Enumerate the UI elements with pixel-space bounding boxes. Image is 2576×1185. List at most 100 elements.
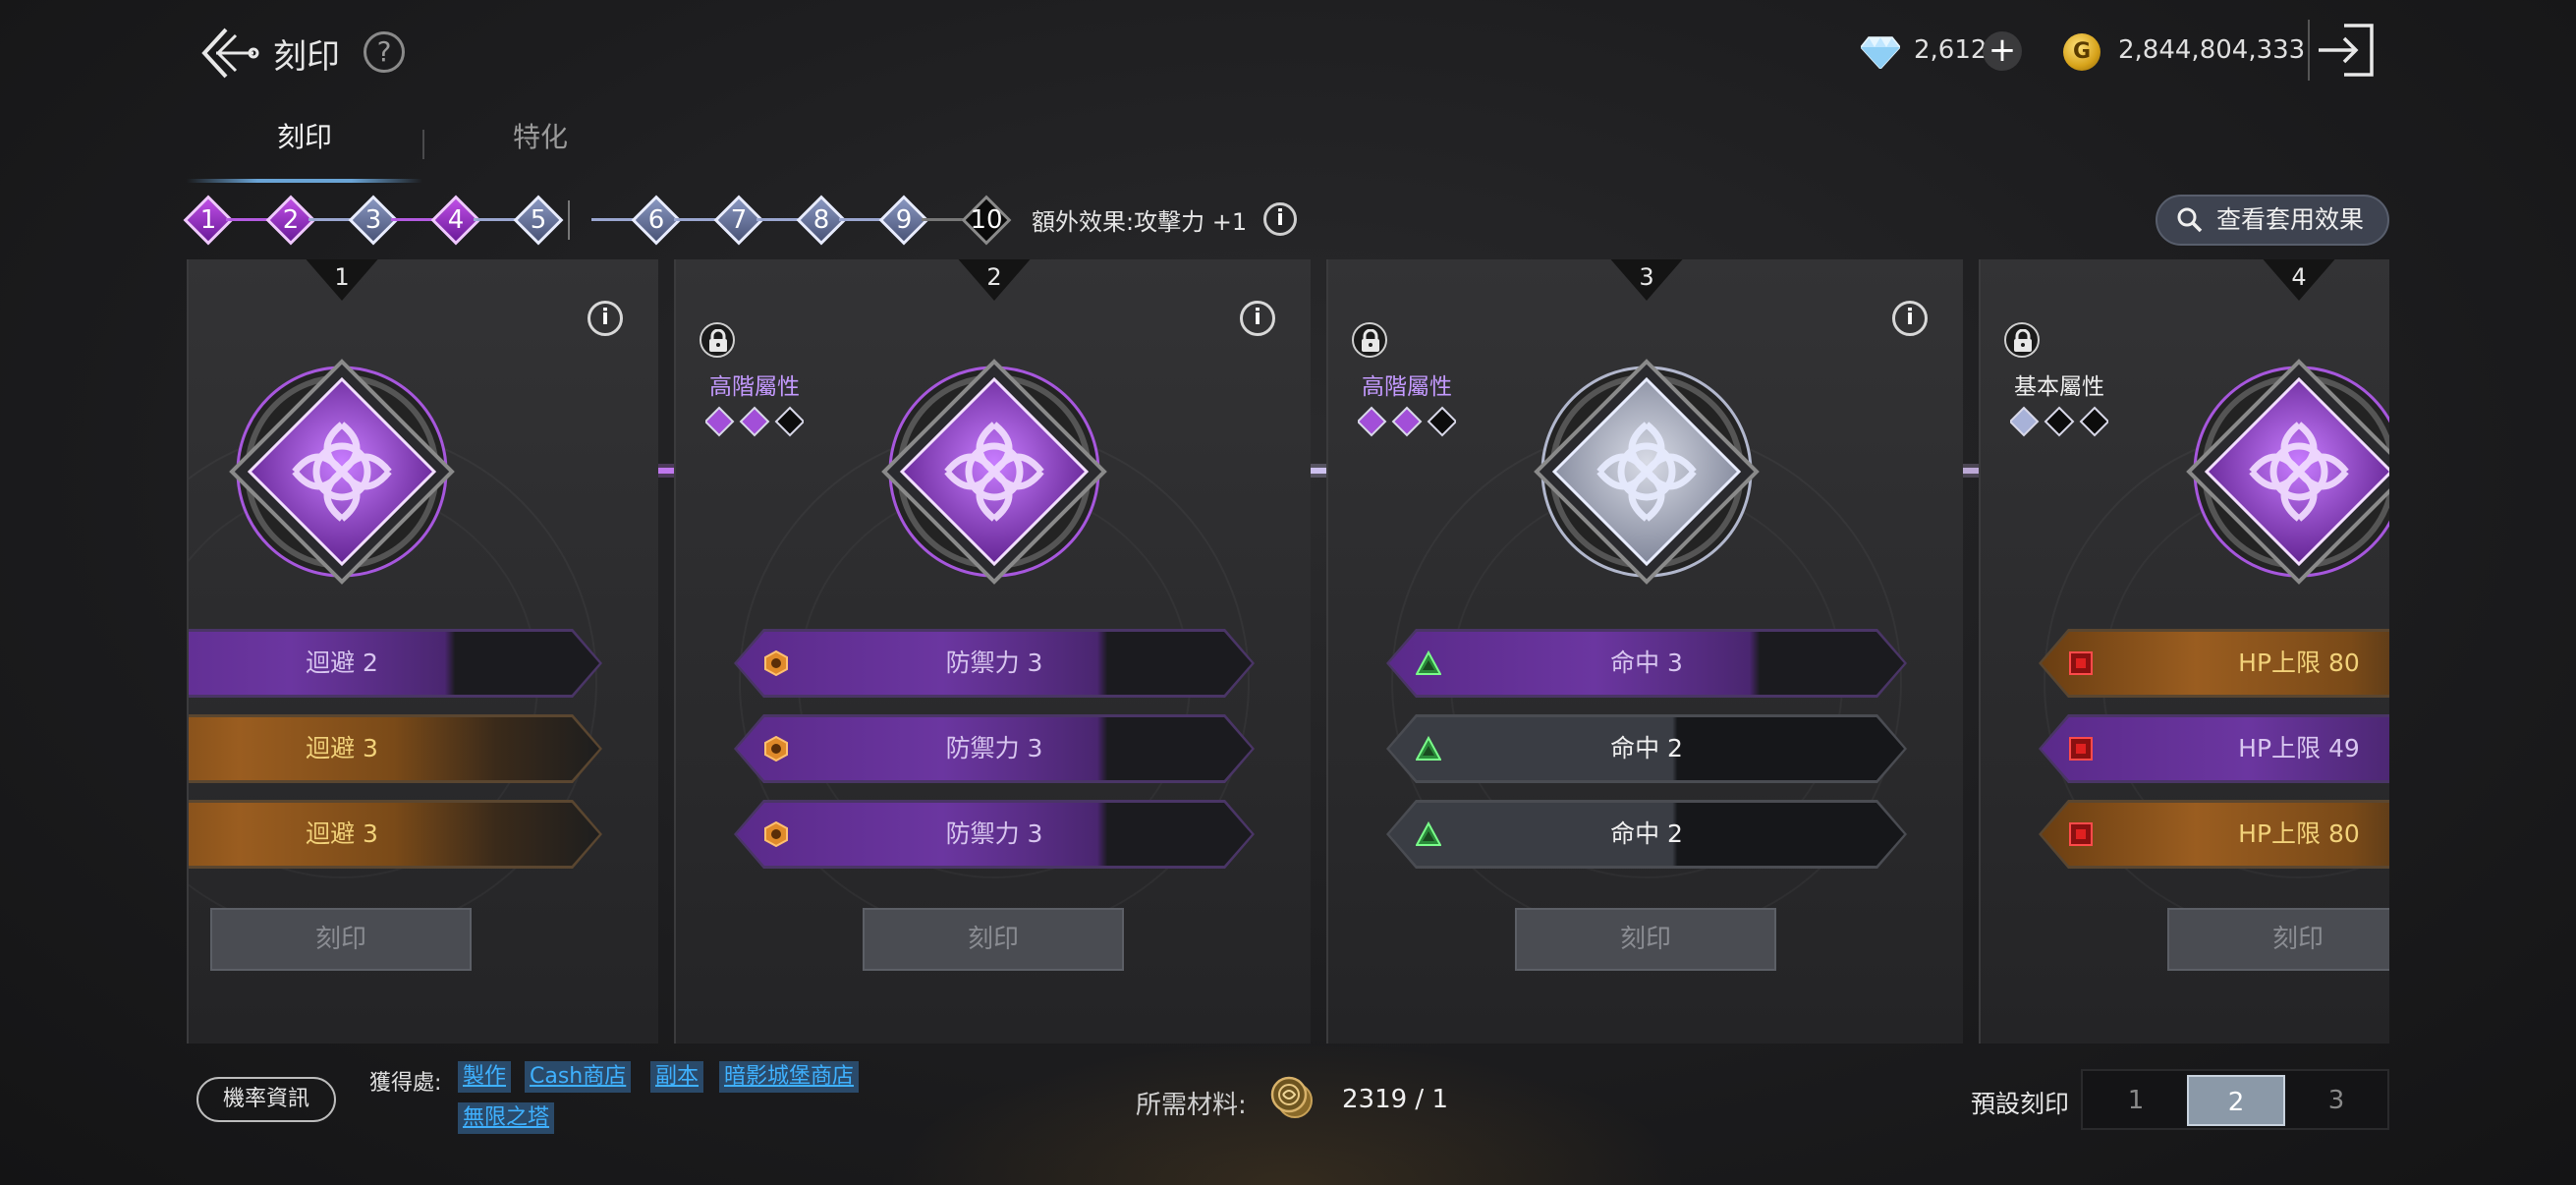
preset-label: 預設刻印 (1971, 1090, 2070, 1118)
preset-1-button[interactable]: 1 (2087, 1075, 2185, 1126)
attribute-grade-label: 高階屬性 (1362, 374, 1452, 400)
slot-info-icon[interactable]: i (588, 301, 623, 336)
source-link-shadow-castle-shop[interactable]: 暗影城堡商店 (719, 1061, 860, 1093)
material-amount: 2319 / 1 (1342, 1085, 1448, 1114)
help-icon[interactable]: ? (364, 31, 405, 73)
slot-info-icon[interactable]: i (1892, 301, 1928, 336)
engrave-stat-row: 命中 3 (1386, 629, 1907, 698)
page-title: 刻印 (273, 37, 340, 77)
add-diamond-button[interactable]: + (1983, 31, 2022, 71)
attribute-grade-dots (2010, 406, 2108, 437)
source-link-craft[interactable]: 製作 (458, 1061, 512, 1093)
material-label: 所需材料: (1136, 1091, 1247, 1120)
source-link-cash-shop[interactable]: Cash商店 (525, 1061, 632, 1093)
engrave-gem[interactable] (1529, 354, 1764, 590)
engrave-button[interactable]: 刻印 (2167, 908, 2389, 971)
bonus-info-icon[interactable]: i (1263, 202, 1297, 236)
source-link-dungeon[interactable]: 副本 (650, 1061, 704, 1093)
stat-text: 防禦力 3 (945, 734, 1043, 762)
exit-icon[interactable] (2305, 18, 2380, 83)
attribute-grade-dots (705, 406, 804, 437)
preset-3-button[interactable]: 3 (2287, 1075, 2385, 1126)
engrave-stat-row: 迴避 3 (187, 800, 602, 869)
engrave-stat-row: 迴避 3 (187, 714, 602, 783)
slot-number: 3 (1639, 263, 1654, 291)
level-node-10: 10 (961, 195, 1012, 246)
stat-text: 迴避 3 (306, 734, 378, 762)
level-divider-icon (568, 200, 570, 240)
source-link-infinite-tower[interactable]: 無限之塔 (458, 1102, 555, 1134)
engrave-gem-icon (881, 359, 1107, 585)
slot-number: 4 (2291, 263, 2307, 291)
engrave-stat-row: 命中 2 (1386, 714, 1907, 783)
tab-specialize[interactable]: 特化 (422, 116, 658, 155)
engrave-gem-icon (229, 359, 455, 585)
stat-text: 命中 2 (1610, 734, 1683, 762)
preset-2-button[interactable]: 2 (2187, 1075, 2285, 1126)
lock-icon[interactable] (700, 322, 735, 358)
slot-number: 2 (986, 263, 1002, 291)
level-node-8: 8 (796, 195, 847, 246)
preset-selector: 1 2 3 (2081, 1069, 2389, 1130)
attribute-grade-dots (1358, 406, 1456, 437)
slot-number: 1 (334, 263, 350, 291)
view-applied-effects-button[interactable]: 查看套用效果 (2156, 195, 2389, 246)
lock-icon[interactable] (2004, 322, 2040, 358)
view-effects-label: 查看套用效果 (2216, 205, 2365, 234)
engrave-stat-row: HP上限 80 (2039, 800, 2389, 869)
diamond-currency-icon (1861, 36, 1900, 69)
stat-text: 命中 3 (1610, 649, 1683, 677)
material-coin-icon (1270, 1076, 1313, 1118)
engrave-gem-icon (1534, 359, 1760, 585)
lock-icon[interactable] (1352, 322, 1387, 358)
level-node-9: 9 (878, 195, 929, 246)
back-icon[interactable] (196, 22, 259, 85)
engrave-stat-row: 命中 2 (1386, 800, 1907, 869)
active-tab-underline (187, 179, 422, 183)
stat-text: 迴避 3 (306, 819, 378, 848)
attribute-grade-label: 基本屬性 (2014, 374, 2104, 400)
engrave-slot-panel-4: 4 基本屬性 HP上限 80 HP上限 49 HP上限 80 刻印 (1979, 259, 2389, 1044)
engrave-gem[interactable] (876, 354, 1112, 590)
engrave-slot-panel-3: 3 i 高階屬性 命中 3 命中 2 命中 2 刻印 (1326, 259, 1963, 1044)
level-node-1: 1 (183, 195, 234, 246)
level-node-2: 2 (265, 195, 316, 246)
level-node-3: 3 (348, 195, 399, 246)
diamond-amount: 2,612 (1914, 35, 1988, 65)
gold-amount: 2,844,804,333 (2118, 35, 2306, 65)
slot-info-icon[interactable]: i (1240, 301, 1275, 336)
level-node-4: 4 (430, 195, 481, 246)
search-icon (2177, 207, 2203, 233)
engrave-stat-row: 防禦力 3 (734, 629, 1255, 698)
level-node-7: 7 (713, 195, 764, 246)
engrave-button[interactable]: 刻印 (1515, 908, 1776, 971)
engrave-gem[interactable] (224, 354, 460, 590)
engrave-stat-row: HP上限 49 (2039, 714, 2389, 783)
stat-text: 命中 2 (1610, 819, 1683, 848)
level-track: 1 2 3 4 5 6 7 8 9 10 (183, 193, 1032, 248)
engrave-gem-icon (2186, 359, 2389, 585)
level-node-6: 6 (631, 195, 682, 246)
attribute-grade-label: 高階屬性 (709, 374, 800, 400)
engrave-gem[interactable] (2181, 354, 2389, 590)
stat-text: HP上限 80 (2238, 819, 2360, 848)
tab-engrave[interactable]: 刻印 (187, 116, 422, 155)
stat-text: HP上限 49 (2238, 734, 2360, 762)
engrave-slot-panel-1: 1 i 迴避 2 迴避 3 迴避 3 刻印 (187, 259, 658, 1044)
stat-text: 防禦力 3 (945, 819, 1043, 848)
probability-info-button[interactable]: 機率資訊 (196, 1077, 336, 1122)
obtain-label: 獲得處: (369, 1071, 442, 1096)
engrave-button[interactable]: 刻印 (863, 908, 1124, 971)
bonus-effect-text: 額外效果:攻擊力 +1 (1032, 208, 1248, 236)
engrave-button[interactable]: 刻印 (210, 908, 472, 971)
stat-text: HP上限 80 (2238, 649, 2360, 677)
engrave-stat-row: 防禦力 3 (734, 714, 1255, 783)
stat-text: 迴避 2 (306, 649, 378, 677)
stat-text: 防禦力 3 (945, 649, 1043, 677)
engrave-stat-row: 防禦力 3 (734, 800, 1255, 869)
gold-coin-icon: G (2063, 33, 2100, 71)
level-node-5: 5 (513, 195, 564, 246)
engrave-stat-row: 迴避 2 (187, 629, 602, 698)
engrave-stat-row: HP上限 80 (2039, 629, 2389, 698)
engrave-slot-panel-2: 2 i 高階屬性 防禦力 3 防禦力 3 防禦力 3 刻印 (674, 259, 1311, 1044)
